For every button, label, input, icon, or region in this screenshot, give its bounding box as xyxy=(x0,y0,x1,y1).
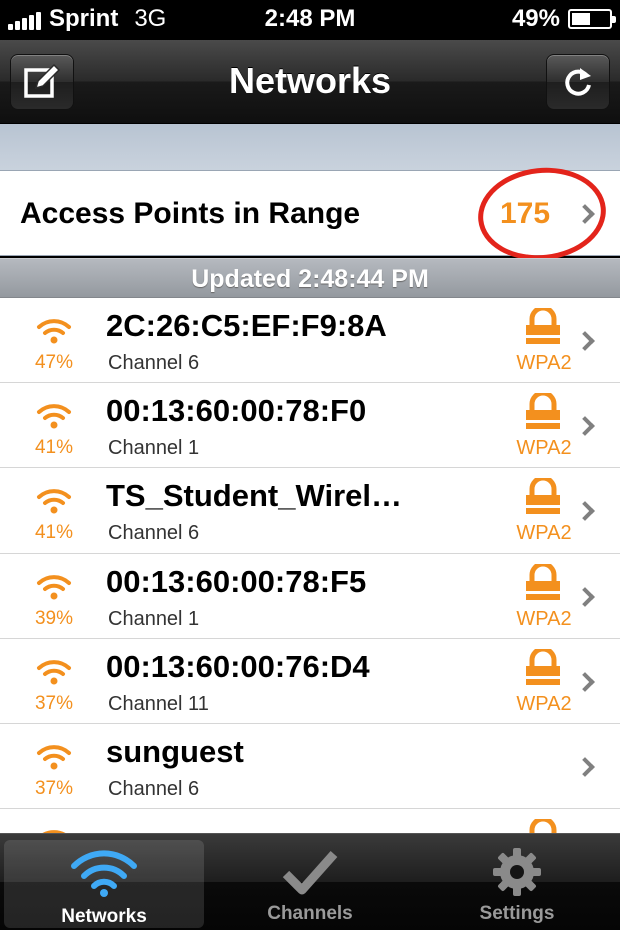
network-ssid: 00:13:60:00:78:F0 xyxy=(106,393,367,429)
tab-networks[interactable]: Networks xyxy=(4,840,204,928)
tab-label: Networks xyxy=(61,906,147,927)
wifi-signal-icon xyxy=(37,745,71,770)
security-type: WPA2 xyxy=(516,437,572,460)
network-ssid: sunguest xyxy=(106,733,244,769)
chevron-right-icon xyxy=(575,501,595,522)
security-type: WPA2 xyxy=(516,692,572,715)
network-row[interactable]: 41% 00:13:60:00:78:F0 Channel 1 WPA2 xyxy=(0,383,620,469)
chevron-right-icon xyxy=(575,586,595,607)
signal-icon-wrap xyxy=(36,401,72,436)
navigation-bar: Networks xyxy=(0,40,620,124)
signal-percent: 47% xyxy=(34,352,74,373)
refresh-button[interactable] xyxy=(546,54,610,110)
network-row[interactable]: 37% 00:13:60:00:76:D4 Channel 11 WPA2 xyxy=(0,638,620,724)
wifi-signal-icon xyxy=(37,574,71,600)
signal-icon-wrap xyxy=(36,316,72,351)
status-bar: Sprint 3G 2:48 PM 49% xyxy=(0,0,620,40)
signal-icon-wrap xyxy=(36,742,72,777)
updated-timestamp: Updated 2:48:44 PM xyxy=(0,258,620,298)
lock-icon-wrap xyxy=(523,561,563,607)
network-row[interactable]: 39% 00:13:60:00:78:F5 Channel 1 WPA2 xyxy=(0,553,620,639)
tab-label: Channels xyxy=(267,903,353,924)
security-type: WPA2 xyxy=(516,607,572,630)
wifi-signal-icon xyxy=(37,404,71,429)
battery-icon xyxy=(568,9,616,29)
network-channel: Channel 6 xyxy=(108,522,200,545)
tab-label: Settings xyxy=(479,903,555,924)
lock-icon-wrap xyxy=(523,646,563,692)
network-channel: Channel 6 xyxy=(108,777,200,800)
signal-percent: 37% xyxy=(34,692,74,714)
chevron-right-icon xyxy=(575,757,595,777)
network-row[interactable]: 47% 2C:26:C5:EF:F9:8A Channel 6 WPA2 xyxy=(0,298,620,384)
lock-icon-wrap xyxy=(523,475,563,521)
wifi-signal-icon xyxy=(37,489,71,514)
chevron-right-icon xyxy=(575,671,595,692)
lock-icon-wrap xyxy=(523,305,563,351)
gear-icon xyxy=(493,848,541,896)
wifi-icon xyxy=(71,850,137,897)
network-ssid: 2C:26:C5:EF:F9:8A xyxy=(106,308,387,343)
security-type: WPA2 xyxy=(516,352,572,374)
signal-percent: 37% xyxy=(34,777,74,799)
security-type: WPA2 xyxy=(516,522,572,545)
network-ssid: TS_Student_Wirel… xyxy=(106,478,402,514)
signal-percent: 39% xyxy=(34,607,74,629)
network-channel: Channel 6 xyxy=(108,352,200,374)
lock-icon xyxy=(526,305,560,344)
access-points-label: Access Points in Range xyxy=(20,197,361,230)
page-title: Networks xyxy=(228,60,392,101)
lock-icon xyxy=(529,816,557,833)
chevron-right-icon xyxy=(575,416,595,437)
signal-icon-wrap xyxy=(36,486,72,521)
signal-percent: 41% xyxy=(34,437,74,459)
tab-bar: Networks Channels Settings xyxy=(0,833,620,930)
tab-channels[interactable]: Channels xyxy=(207,834,413,930)
battery-percent: 49% xyxy=(511,5,560,32)
lock-icon xyxy=(526,475,560,515)
signal-icon-wrap xyxy=(36,657,72,692)
wifi-signal-icon xyxy=(37,659,71,685)
chevron-right-icon xyxy=(575,331,595,351)
battery-fill xyxy=(572,13,590,25)
network-channel: Channel 11 xyxy=(108,692,209,715)
network-ssid: 00:13:60:00:76:D4 xyxy=(106,648,370,684)
status-right: 49% xyxy=(511,5,616,33)
network-row-partial[interactable] xyxy=(0,809,620,833)
lock-icon-wrap xyxy=(523,390,563,436)
network-channel: Channel 1 xyxy=(108,437,200,460)
checkmark-icon xyxy=(282,851,338,895)
wifi-signal-icon xyxy=(37,319,71,344)
tab-settings[interactable]: Settings xyxy=(414,834,620,930)
signal-icon-wrap xyxy=(36,572,72,607)
network-row[interactable]: 41% TS_Student_Wirel… Channel 6 WPA2 xyxy=(0,468,620,554)
lock-icon xyxy=(526,561,560,600)
network-channel: Channel 1 xyxy=(108,607,200,630)
network-ssid: 00:13:60:00:78:F5 xyxy=(106,563,367,599)
network-list: 47% 2C:26:C5:EF:F9:8A Channel 6 WPA2 41% 00:1… xyxy=(0,298,620,833)
refresh-icon xyxy=(565,68,591,96)
signal-percent: 41% xyxy=(34,522,74,544)
lock-icon-wrap xyxy=(523,816,563,833)
network-row[interactable]: 37% sunguest Channel 6 xyxy=(0,723,620,810)
header-band xyxy=(0,124,620,170)
lock-icon xyxy=(526,390,560,430)
lock-icon xyxy=(526,646,560,685)
